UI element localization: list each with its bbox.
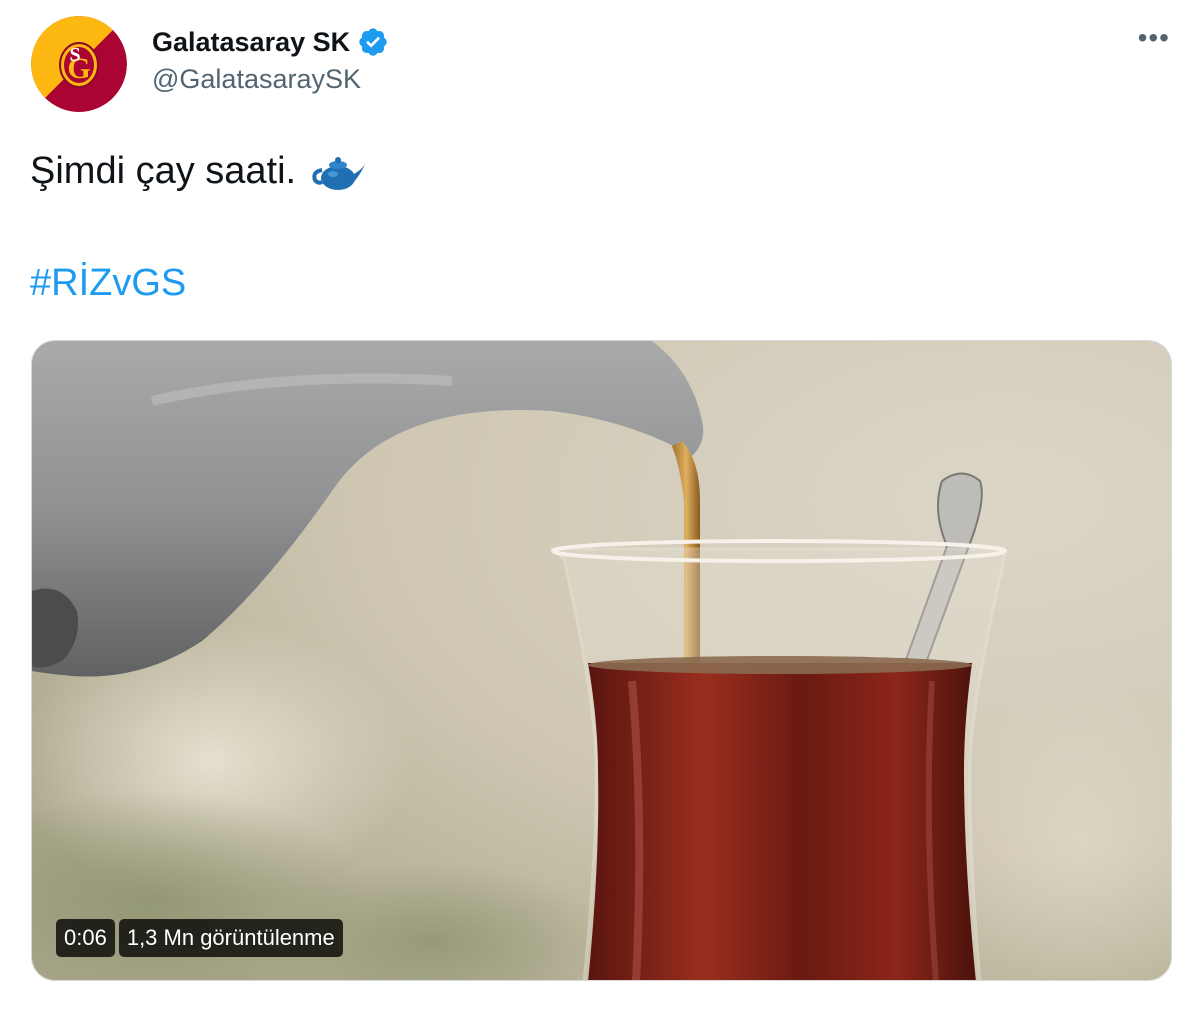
name-row: Galatasaray SK [152,24,389,60]
video-badges: 0:06 1,3 Mn görüntülenme [56,919,343,957]
more-options-icon[interactable]: ••• [1138,24,1170,52]
tweet-text: Şimdi çay saati. [30,150,368,193]
tweet-text-content: Şimdi çay saati. [30,150,297,192]
tweet: G S Galatasaray SK @GalatasaraySK ••• Şi… [0,0,1200,1012]
tweet-author: Galatasaray SK @GalatasaraySK [152,24,389,95]
hashtag-link[interactable]: #RİZvGS [30,262,186,305]
svg-text:S: S [69,44,80,66]
user-handle[interactable]: @GalatasaraySK [152,64,389,95]
video-views: 1,3 Mn görüntülenme [118,919,343,957]
verified-badge-icon [357,26,389,58]
teapot-icon [310,152,368,192]
galatasaray-logo-icon: G S [31,16,127,112]
video-thumbnail [32,341,1171,980]
display-name[interactable]: Galatasaray SK [152,27,350,58]
video-duration: 0:06 [56,919,115,957]
video-player[interactable]: 0:06 1,3 Mn görüntülenme [31,340,1172,981]
avatar[interactable]: G S [31,16,127,112]
